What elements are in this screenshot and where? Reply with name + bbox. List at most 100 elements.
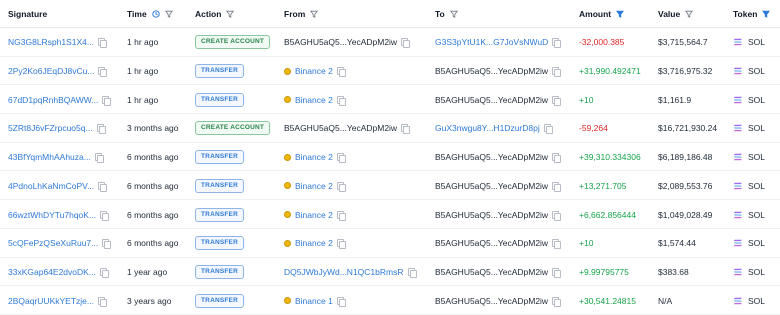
token-symbol[interactable]: SOL xyxy=(748,210,765,220)
copy-icon[interactable] xyxy=(98,38,107,49)
amount-cell: +9.99795775 xyxy=(579,258,629,287)
signature-link[interactable]: 2Py2Ko6JEqDJ8vCu... xyxy=(8,66,94,76)
copy-icon[interactable] xyxy=(552,267,562,278)
header-signature-label: Signature xyxy=(8,9,48,19)
time-text: 6 months ago xyxy=(127,180,179,191)
copy-icon[interactable] xyxy=(543,124,553,135)
token-symbol[interactable]: SOL xyxy=(748,296,765,306)
from-address[interactable]: Binance 1 xyxy=(295,296,333,306)
from-cell: B5AGHU5aQ5...YecADpM2iw xyxy=(284,114,411,143)
copy-icon[interactable] xyxy=(552,210,562,221)
to-address: B5AGHU5aQ5...YecADpM2iw xyxy=(435,180,549,191)
from-address[interactable]: Binance 2 xyxy=(295,152,333,162)
token-symbol[interactable]: SOL xyxy=(748,267,765,277)
token-cell: SOL xyxy=(733,57,765,86)
copy-icon[interactable] xyxy=(102,239,112,250)
signature-link[interactable]: 33xKGap64E2dvoDK... xyxy=(8,267,96,277)
copy-icon[interactable] xyxy=(552,153,562,164)
from-cell: Binance 1 xyxy=(284,286,346,315)
table-row: 5ZRt8J6vFZrpcuo5q... 3 months ago CREATE A… xyxy=(0,114,780,143)
from-address[interactable]: Binance 2 xyxy=(295,210,333,220)
amount-cell: -32,000.385 xyxy=(579,28,624,57)
token-symbol[interactable]: SOL xyxy=(748,238,765,248)
copy-icon[interactable] xyxy=(407,267,417,278)
filter-active-icon[interactable] xyxy=(616,10,625,18)
value-cell: $1,049,028.49 xyxy=(658,200,712,229)
copy-icon[interactable] xyxy=(552,239,562,250)
copy-icon[interactable] xyxy=(336,153,346,164)
action-badge: TRANSFER xyxy=(195,178,244,193)
copy-icon[interactable] xyxy=(94,153,104,164)
action-cell: TRANSFER xyxy=(195,57,244,86)
copy-icon[interactable] xyxy=(102,95,112,106)
signature-link[interactable]: 5cQFePzQSeXuRuu7... xyxy=(8,238,98,248)
copy-icon[interactable] xyxy=(552,181,562,192)
time-cell: 6 months ago xyxy=(127,200,179,229)
time-text: 6 months ago xyxy=(127,238,179,249)
signature-link[interactable]: NG3G8LRsph1S1X4... xyxy=(8,37,94,47)
from-address[interactable]: Binance 2 xyxy=(295,238,333,248)
from-address[interactable]: Binance 2 xyxy=(295,181,333,191)
copy-icon[interactable] xyxy=(99,267,109,278)
signature-link[interactable]: 67dD1pqRnhBQAWW... xyxy=(8,95,98,105)
filter-icon[interactable] xyxy=(685,10,694,18)
token-symbol[interactable]: SOL xyxy=(748,95,765,105)
value-text: $16,721,930.24 xyxy=(658,123,718,134)
from-cell: Binance 2 xyxy=(284,229,346,258)
copy-icon[interactable] xyxy=(336,181,346,192)
copy-icon[interactable] xyxy=(401,124,411,135)
from-address[interactable]: Binance 2 xyxy=(295,66,333,76)
from-address[interactable]: Binance 2 xyxy=(295,95,333,105)
token-symbol[interactable]: SOL xyxy=(748,152,765,162)
token-symbol[interactable]: SOL xyxy=(748,37,765,47)
copy-icon[interactable] xyxy=(552,95,562,106)
copy-icon[interactable] xyxy=(336,67,346,78)
action-cell: TRANSFER xyxy=(195,85,244,114)
copy-icon[interactable] xyxy=(97,296,107,307)
filter-active-icon[interactable] xyxy=(762,10,771,18)
amount-text: +6,662.856444 xyxy=(579,209,636,220)
value-text: $2,089,553.76 xyxy=(658,180,713,191)
from-address[interactable]: DQ5JWbJyWd...N1QC1bRmsR xyxy=(284,267,404,277)
filter-icon[interactable] xyxy=(310,10,319,18)
clock-icon[interactable] xyxy=(152,10,160,18)
signature-link[interactable]: 4PdnoLhKaNmCoPV... xyxy=(8,181,94,191)
copy-icon[interactable] xyxy=(96,124,106,135)
copy-icon[interactable] xyxy=(336,296,346,307)
filter-icon[interactable] xyxy=(164,10,173,18)
action-cell: TRANSFER xyxy=(195,286,244,315)
action-badge: TRANSFER xyxy=(195,64,244,79)
signature-link[interactable]: 5ZRt8J6vFZrpcuo5q... xyxy=(8,123,93,133)
copy-icon[interactable] xyxy=(552,296,562,307)
copy-icon[interactable] xyxy=(98,181,108,192)
action-cell: TRANSFER xyxy=(195,229,244,258)
signature-link[interactable]: 43BfYqmMhAAhuza... xyxy=(8,152,91,162)
amount-cell: +6,662.856444 xyxy=(579,200,636,229)
time-text: 3 years ago xyxy=(127,295,172,306)
copy-icon[interactable] xyxy=(100,210,110,221)
signature-cell: 66wztWhDYTu7hqoK... xyxy=(8,200,110,229)
from-cell: B5AGHU5aQ5...YecADpM2iw xyxy=(284,28,411,57)
to-cell: B5AGHU5aQ5...YecADpM2iw xyxy=(435,85,562,114)
action-cell: CREATE ACCOUNT xyxy=(195,114,271,143)
copy-icon[interactable] xyxy=(401,38,411,49)
filter-icon[interactable] xyxy=(226,10,235,18)
token-symbol[interactable]: SOL xyxy=(748,123,765,133)
copy-icon[interactable] xyxy=(552,67,562,78)
signature-link[interactable]: 2BQaqrUUKkYETzje... xyxy=(8,296,94,306)
table-row: NG3G8LRsph1S1X4... 1 hr ago CREATE ACCOUNT… xyxy=(0,28,780,57)
token-symbol[interactable]: SOL xyxy=(748,66,765,76)
copy-icon[interactable] xyxy=(336,239,346,250)
copy-icon[interactable] xyxy=(336,210,346,221)
to-address: B5AGHU5aQ5...YecADpM2iw xyxy=(435,152,549,163)
to-address[interactable]: G3S3pYtU1K...G7JoVsNWuD xyxy=(435,37,548,47)
copy-icon[interactable] xyxy=(98,67,108,78)
token-symbol[interactable]: SOL xyxy=(748,181,765,191)
to-address[interactable]: GuX3nwgu8Y...H1DzurD8pj xyxy=(435,123,540,133)
token-cell: SOL xyxy=(733,200,765,229)
copy-icon[interactable] xyxy=(552,38,562,49)
signature-link[interactable]: 66wztWhDYTu7hqoK... xyxy=(8,210,96,220)
copy-icon[interactable] xyxy=(336,95,346,106)
signature-cell: 4PdnoLhKaNmCoPV... xyxy=(8,172,108,201)
filter-icon[interactable] xyxy=(449,10,458,18)
